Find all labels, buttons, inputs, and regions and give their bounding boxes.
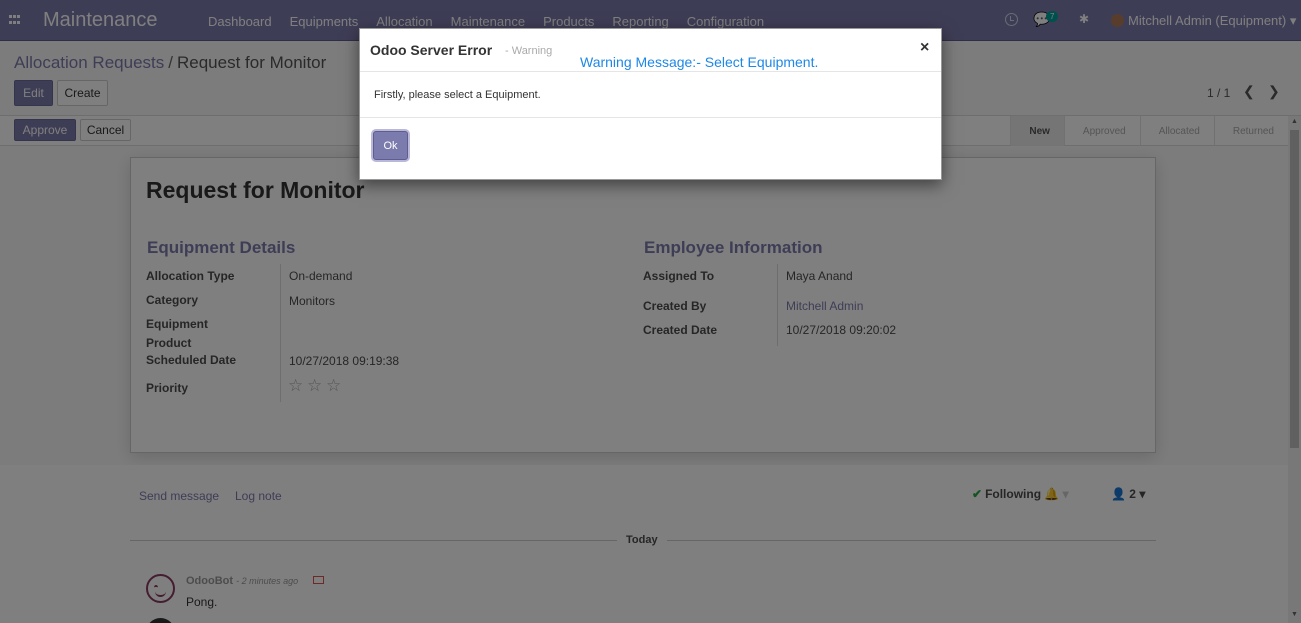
dialog-body: Firstly, please select a Equipment.	[374, 89, 541, 101]
dialog-header: Odoo Server Error - Warning Warning Mess…	[360, 29, 941, 72]
close-icon[interactable]: ×	[920, 39, 929, 57]
dialog-title: Odoo Server Error	[370, 42, 493, 58]
ok-button[interactable]: Ok	[373, 131, 408, 160]
server-error-dialog: Odoo Server Error - Warning Warning Mess…	[359, 28, 942, 180]
dialog-warning-message: Warning Message:- Select Equipment.	[580, 54, 819, 70]
dialog-footer: Ok	[360, 117, 941, 179]
dialog-subtitle: - Warning	[505, 45, 553, 57]
